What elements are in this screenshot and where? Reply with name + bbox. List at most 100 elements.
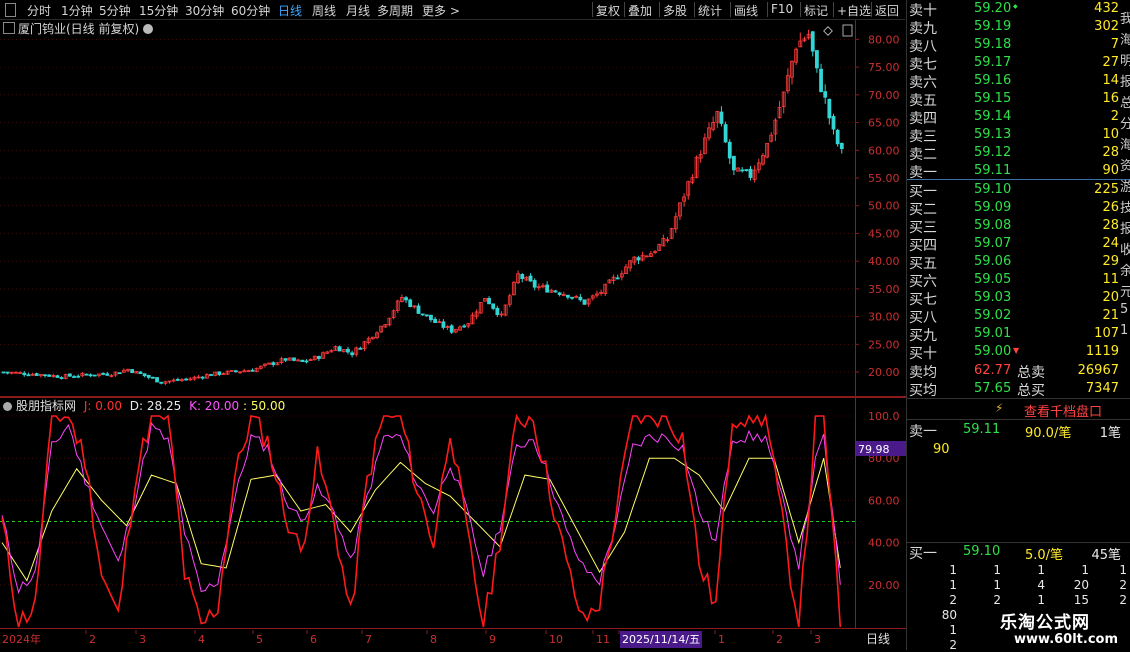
candle-body bbox=[155, 377, 159, 383]
toolbar-button-5[interactable]: F10 bbox=[771, 2, 793, 16]
buy-avg-value: 57.65 bbox=[974, 381, 1012, 396]
date-label: 4 bbox=[198, 633, 205, 646]
buy-level-row[interactable]: 买二 59.09 26 bbox=[907, 199, 1130, 218]
indicator-tick-label: 100.0 bbox=[868, 410, 900, 423]
candle bbox=[424, 314, 429, 317]
sell-level-row[interactable]: 卖九 59.19 302 bbox=[907, 18, 1130, 37]
sell-level-row[interactable]: 卖八 59.18 7 bbox=[907, 36, 1130, 55]
sell-level-row[interactable]: 卖一 59.11 90 bbox=[907, 162, 1130, 181]
buy-level-vol: 26 bbox=[1102, 200, 1119, 215]
buy-level-row[interactable]: 买四 59.07 24 bbox=[907, 235, 1130, 254]
buy-level-row[interactable]: 买六 59.05 11 bbox=[907, 271, 1130, 290]
sell-summary-row: 卖均 62.77 总卖 26967 bbox=[907, 362, 1130, 381]
buy-level-row[interactable]: 买八 59.02 21 bbox=[907, 307, 1130, 326]
sell-level-vol: 90 bbox=[1102, 163, 1119, 178]
candle-body bbox=[184, 378, 189, 381]
candle bbox=[76, 374, 81, 379]
d-line-series bbox=[1, 457, 841, 582]
sell-level-row[interactable]: 卖四 59.14 2 bbox=[907, 108, 1130, 127]
toolbar-separator bbox=[624, 2, 625, 17]
sell-level-label: 卖七 bbox=[909, 57, 937, 73]
toolbar-button-0[interactable]: 复权 bbox=[596, 2, 620, 19]
period-tab-0[interactable]: 分时 bbox=[27, 2, 51, 19]
period-tab-9[interactable]: 多周期 bbox=[377, 2, 413, 19]
period-tab-3[interactable]: 15分钟 bbox=[139, 2, 178, 19]
period-tab-4[interactable]: 30分钟 bbox=[185, 2, 224, 19]
toolbar-button-4[interactable]: 画线 bbox=[734, 2, 758, 19]
candle-body bbox=[810, 31, 815, 52]
sell-level-row[interactable]: 卖二 59.12 28 bbox=[907, 144, 1130, 163]
candle bbox=[798, 32, 803, 48]
candle bbox=[341, 349, 346, 353]
toolbar-button-2[interactable]: 多股 bbox=[663, 2, 687, 19]
view-thousand-level-button[interactable]: ⚡ 查看千档盘口 bbox=[907, 398, 1130, 420]
candle bbox=[599, 289, 603, 296]
toolbar-button-8[interactable]: 返回 bbox=[875, 2, 899, 19]
period-tab-5[interactable]: 60分钟 bbox=[231, 2, 270, 19]
sell-level-row[interactable]: 卖六 59.16 14 bbox=[907, 72, 1130, 91]
indicator-chart[interactable]: 100.080.0060.0040.0020.0079.98 bbox=[0, 397, 906, 629]
candle bbox=[142, 373, 147, 378]
buy-level-row[interactable]: 买三 59.08 28 bbox=[907, 217, 1130, 236]
candle bbox=[615, 274, 620, 280]
buy-level-vol: 225 bbox=[1094, 182, 1119, 197]
toolbar-separator bbox=[767, 2, 768, 17]
date-label: 3 bbox=[139, 633, 146, 646]
toolbar-button-7[interactable]: +自选 bbox=[837, 2, 871, 19]
sell-level-row[interactable]: 卖五 59.15 16 bbox=[907, 90, 1130, 109]
date-label: 6 bbox=[310, 633, 317, 646]
price-tick-label: 40.00 bbox=[868, 255, 900, 268]
edge-text: 资 bbox=[1120, 159, 1130, 174]
candle bbox=[487, 296, 491, 305]
candle bbox=[97, 373, 101, 378]
candle bbox=[192, 375, 197, 381]
toolbar-button-6[interactable]: 标记 bbox=[804, 2, 828, 19]
indicator-tick-label: 20.00 bbox=[868, 579, 900, 592]
toolbar-button-3[interactable]: 统计 bbox=[698, 2, 722, 19]
sell-level-row[interactable]: 卖十 59.20 432 bbox=[907, 0, 1130, 19]
candle-body bbox=[84, 373, 89, 376]
period-tab-10[interactable]: 更多 > bbox=[422, 2, 460, 19]
total-buy-value: 7347 bbox=[1085, 381, 1119, 396]
buy-level-row[interactable]: 买七 59.03 20 bbox=[907, 289, 1130, 308]
period-tab-1[interactable]: 1分钟 bbox=[61, 2, 93, 19]
candle bbox=[296, 358, 301, 362]
candle bbox=[686, 180, 691, 200]
candle bbox=[404, 295, 408, 304]
candle bbox=[628, 260, 633, 272]
order-book-divider bbox=[907, 179, 1130, 180]
sell-level-row[interactable]: 卖七 59.17 27 bbox=[907, 54, 1130, 73]
candle bbox=[408, 298, 413, 308]
buy-level-row[interactable]: 买一 59.10 225 bbox=[907, 181, 1130, 200]
period-tab-7[interactable]: 周线 bbox=[312, 2, 336, 19]
candle bbox=[732, 155, 736, 176]
buy-level-row[interactable]: 买九 59.01 107 bbox=[907, 325, 1130, 344]
layout-icon[interactable] bbox=[5, 3, 16, 17]
price-chart[interactable]: 80.00 75.00 70.00 65.00 60.00 55.00 50.00 45.00… bbox=[0, 20, 906, 397]
candle bbox=[445, 325, 450, 331]
date-label: 2 bbox=[89, 633, 96, 646]
candle-body bbox=[88, 374, 93, 377]
sell-level-row[interactable]: 卖三 59.13 10 bbox=[907, 126, 1130, 145]
candle-body bbox=[433, 318, 438, 323]
candle bbox=[246, 369, 251, 373]
candle-body bbox=[217, 371, 222, 375]
maximize-icon[interactable] bbox=[842, 24, 853, 37]
candle bbox=[1, 371, 6, 374]
period-tab-2[interactable]: 5分钟 bbox=[99, 2, 131, 19]
indicator-tick-label: 60.00 bbox=[868, 494, 900, 507]
candle bbox=[653, 249, 657, 255]
toolbar-button-1[interactable]: 叠加 bbox=[628, 2, 652, 19]
candle bbox=[196, 375, 201, 379]
period-tab-6[interactable]: 日线 bbox=[278, 2, 302, 19]
candle bbox=[26, 372, 31, 377]
buy-level-vol: 11 bbox=[1102, 272, 1119, 287]
candle-body bbox=[748, 168, 753, 178]
candle bbox=[34, 372, 39, 377]
buy-level-price: 59.02 bbox=[974, 308, 1012, 323]
candle bbox=[279, 356, 284, 365]
buy-level-row[interactable]: 买五 59.06 29 bbox=[907, 253, 1130, 272]
diamond-icon[interactable] bbox=[823, 26, 833, 36]
period-tab-8[interactable]: 月线 bbox=[346, 2, 370, 19]
period-label[interactable]: 日线 bbox=[866, 632, 890, 646]
